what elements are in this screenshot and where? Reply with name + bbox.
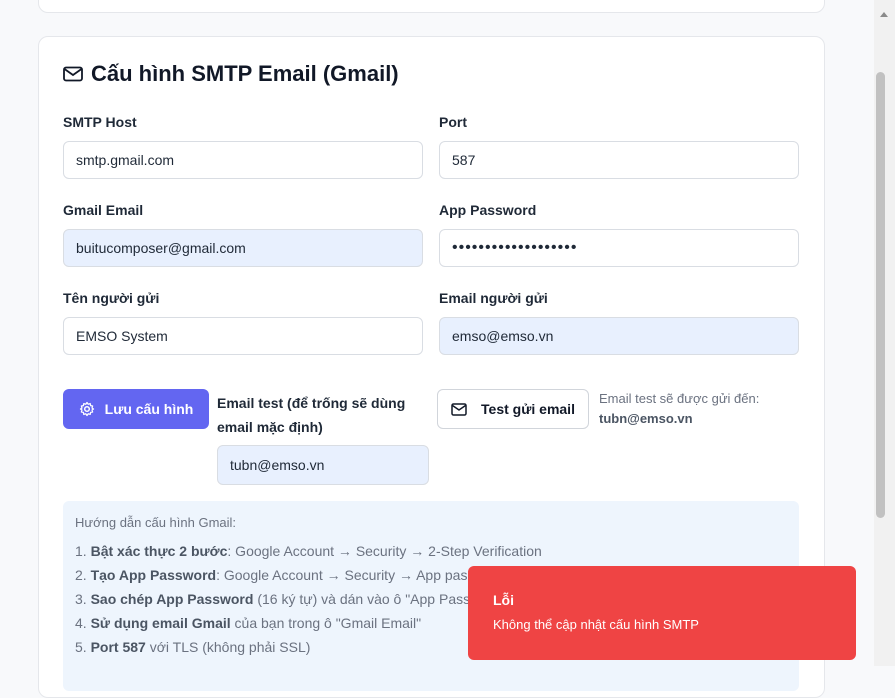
sender-email-input[interactable]: emso@emso.vn	[439, 317, 799, 355]
gmail-email-value: buitucomposer@gmail.com	[76, 240, 246, 256]
toast-message: Không thể cập nhật cấu hình SMTP	[493, 617, 699, 632]
sender-email-label: Email người gửi	[439, 290, 548, 306]
sender-email-value: emso@emso.vn	[452, 328, 554, 344]
app-password-input[interactable]: •••••••••••••••••••	[439, 229, 799, 267]
scrollbar-thumb[interactable]	[876, 72, 885, 518]
mail-icon	[63, 66, 83, 82]
test-note-email: tubn@emso.vn	[599, 411, 693, 426]
gmail-email-label: Gmail Email	[63, 202, 144, 218]
scroll-up-arrow-icon[interactable]	[880, 12, 888, 17]
port-value: 587	[452, 152, 476, 168]
guide-step: 1. Bật xác thực 2 bước: Google Account →…	[75, 543, 542, 559]
sender-name-value: EMSO System	[76, 328, 168, 344]
scrollbar[interactable]	[874, 0, 895, 666]
port-input[interactable]: 587	[439, 141, 799, 179]
test-email-note: Email test sẽ được gửi đến: tubn@emso.vn	[599, 389, 789, 429]
sender-name-input[interactable]: EMSO System	[63, 317, 423, 355]
previous-card	[38, 0, 825, 13]
toast-title: Lỗi	[493, 592, 514, 608]
smtp-host-label: SMTP Host	[63, 114, 137, 130]
mail-icon	[451, 402, 467, 416]
test-email-input[interactable]: tubn@emso.vn	[217, 445, 429, 485]
sender-name-label: Tên người gửi	[63, 290, 160, 306]
guide-title: Hướng dẫn cấu hình Gmail:	[75, 515, 237, 530]
card-title-text: Cấu hình SMTP Email (Gmail)	[91, 61, 399, 86]
gmail-email-input[interactable]: buitucomposer@gmail.com	[63, 229, 423, 267]
test-note-prefix: Email test sẽ được gửi đến:	[599, 391, 760, 406]
app-password-label: App Password	[439, 202, 537, 218]
smtp-host-input[interactable]: smtp.gmail.com	[63, 141, 423, 179]
port-label: Port	[439, 114, 467, 130]
smtp-host-value: smtp.gmail.com	[76, 152, 175, 168]
save-config-button[interactable]: Lưu cấu hình	[63, 389, 209, 429]
test-send-email-label: Test gửi email	[481, 401, 575, 417]
test-email-value: tubn@emso.vn	[230, 457, 325, 473]
gear-icon	[79, 401, 94, 417]
save-config-label: Lưu cấu hình	[104, 401, 194, 417]
error-toast[interactable]: Lỗi Không thể cập nhật cấu hình SMTP	[468, 566, 856, 660]
app-password-value: •••••••••••••••••••	[452, 239, 578, 256]
card-title: Cấu hình SMTP Email (Gmail)	[63, 61, 399, 87]
test-email-label: Email test (để trống sẽ dùng email mặc đ…	[217, 395, 406, 435]
test-send-email-button[interactable]: Test gửi email	[437, 389, 589, 429]
